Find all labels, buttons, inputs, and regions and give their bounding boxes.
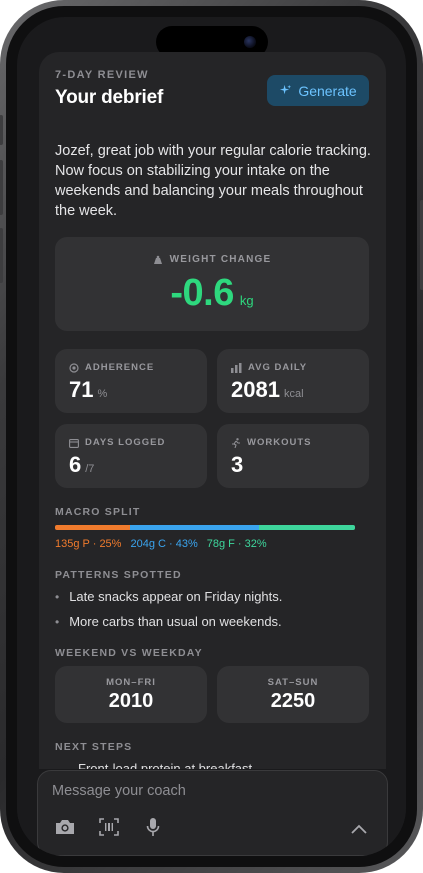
side-button-volume-up — [0, 160, 3, 215]
workouts-value-row: 3 — [231, 452, 243, 478]
weekend-value: 2250 — [270, 690, 316, 712]
bullet-icon: • — [55, 589, 60, 604]
camera-icon[interactable] — [54, 818, 76, 841]
weight-change-header: WEIGHT CHANGE — [55, 254, 369, 265]
generate-button[interactable]: Generate — [267, 75, 369, 106]
debrief-eyebrow: 7-DAY REVIEW — [55, 69, 149, 81]
weekend-tile: SAT–SUN 2250 — [217, 666, 369, 723]
weight-change-value-row: -0.6 kg — [55, 272, 369, 315]
macro-carbs-text: 204g C · 43% — [130, 538, 198, 550]
avg-daily-tile: AVG DAILY 2081 kcal — [217, 349, 369, 413]
workouts-label: WORKOUTS — [247, 437, 312, 448]
adherence-header: ADHERENCE — [69, 362, 154, 373]
macro-split-legend: 135g P · 25% 204g C · 43% 78g F · 32% — [55, 538, 267, 550]
pattern-item: • Late snacks appear on Friday nights. — [55, 589, 282, 604]
workouts-tile: WORKOUTS 3 — [217, 424, 369, 488]
side-button-volume-down — [0, 228, 3, 283]
phone-frame: 7-DAY REVIEW Your debrief Generate Jozef… — [0, 0, 423, 873]
bar-chart-icon — [231, 362, 242, 373]
avg-daily-value: 2081 — [231, 377, 280, 402]
days-logged-header: DAYS LOGGED — [69, 437, 165, 448]
weekend-label: SAT–SUN — [267, 677, 319, 688]
days-logged-tile: DAYS LOGGED 6/7 — [55, 424, 207, 488]
debrief-title: Your debrief — [55, 87, 164, 108]
adherence-label: ADHERENCE — [85, 362, 155, 373]
days-logged-label: DAYS LOGGED — [85, 437, 166, 448]
debrief-summary: Jozef, great job with your regular calor… — [55, 143, 371, 219]
weight-change-value: -0.6 — [170, 272, 234, 314]
screen: 7-DAY REVIEW Your debrief Generate Jozef… — [17, 17, 406, 856]
running-icon — [231, 437, 241, 448]
avg-daily-unit: kcal — [283, 388, 304, 400]
weekday-label: MON–FRI — [106, 677, 156, 688]
weight-change-label: WEIGHT CHANGE — [169, 254, 272, 265]
pattern-item-text: More carbs than usual on weekends. — [69, 614, 282, 629]
debrief-card: 7-DAY REVIEW Your debrief Generate Jozef… — [39, 52, 386, 792]
macro-fat-text: 78g F · 32% — [206, 538, 267, 550]
workouts-header: WORKOUTS — [231, 437, 311, 448]
weight-change-unit: kg — [239, 293, 254, 308]
next-steps-label: NEXT STEPS — [55, 741, 133, 753]
message-input[interactable]: Message your coach — [52, 783, 186, 799]
adherence-value: 71 — [69, 377, 94, 402]
avg-daily-label: AVG DAILY — [248, 362, 308, 373]
calendar-icon — [69, 438, 79, 448]
generate-button-label: Generate — [298, 82, 357, 99]
macro-bar-carbs — [130, 525, 259, 530]
macro-bar-fat — [259, 525, 355, 530]
avg-daily-header: AVG DAILY — [231, 362, 307, 373]
patterns-label: PATTERNS SPOTTED — [55, 569, 182, 581]
days-logged-unit: /7 — [85, 463, 95, 475]
macro-split-bar — [55, 525, 355, 530]
camera-lens-icon — [244, 36, 256, 48]
workouts-value: 3 — [231, 452, 244, 477]
bullet-icon: • — [55, 614, 60, 629]
target-icon — [69, 362, 79, 373]
macro-bar-protein — [55, 525, 130, 530]
macro-protein-text: 135g P · 25% — [55, 538, 122, 550]
weight-change-tile: WEIGHT CHANGE -0.6 kg — [55, 237, 369, 331]
days-logged-value: 6 — [69, 452, 82, 477]
message-composer: Message your coach — [37, 770, 388, 856]
barcode-scan-icon[interactable] — [99, 818, 119, 841]
side-button-action — [0, 115, 3, 145]
adherence-unit: % — [97, 388, 108, 400]
weight-icon — [153, 255, 163, 265]
pattern-item: • More carbs than usual on weekends. — [55, 614, 282, 629]
avg-daily-value-row: 2081 kcal — [231, 377, 304, 403]
adherence-tile: ADHERENCE 71% — [55, 349, 207, 413]
pattern-item-text: Late snacks appear on Friday nights. — [69, 589, 283, 604]
adherence-value-row: 71% — [69, 377, 107, 403]
sparkle-icon — [279, 84, 292, 97]
macro-split-label: MACRO SPLIT — [55, 506, 141, 518]
days-logged-value-row: 6/7 — [69, 452, 94, 478]
weekend-vs-weekday-label: WEEKEND VS WEEKDAY — [55, 647, 203, 659]
microphone-icon[interactable] — [146, 817, 160, 842]
chevron-up-icon[interactable] — [351, 821, 367, 839]
weekday-tile: MON–FRI 2010 — [55, 666, 207, 723]
weekday-value: 2010 — [108, 690, 154, 712]
